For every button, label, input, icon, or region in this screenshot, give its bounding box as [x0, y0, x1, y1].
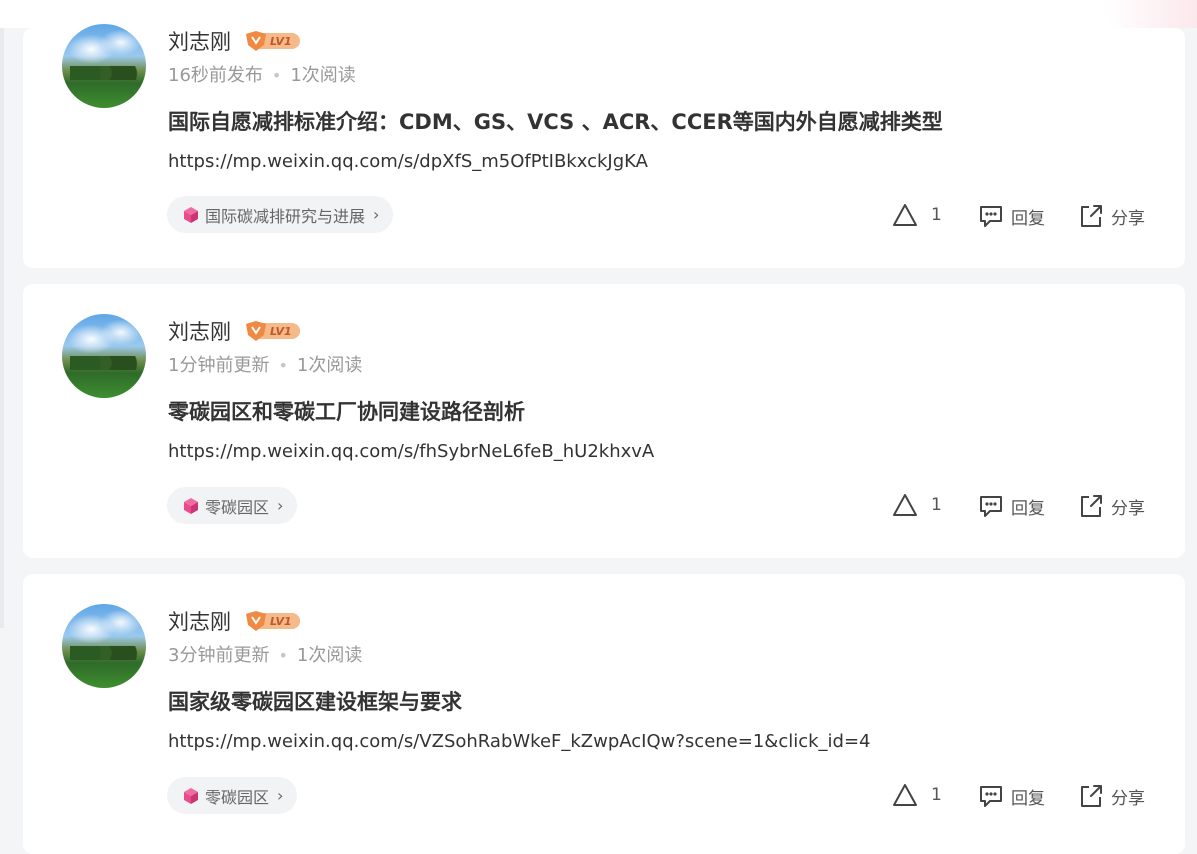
reply-label: 回复: [1011, 208, 1045, 229]
topic-tag[interactable]: 零碳园区 ›: [167, 487, 298, 524]
post-title[interactable]: 国家级零碳园区建设框架与要求: [168, 686, 462, 716]
avatar[interactable]: [62, 24, 146, 108]
triangle-like-icon: [893, 204, 917, 226]
share-label: 分享: [1111, 208, 1145, 229]
topic-tag[interactable]: 国际碳减排研究与进展 ›: [167, 196, 394, 233]
tag-label: 国际碳减排研究与进展: [205, 206, 366, 226]
svg-text:LV1: LV1: [270, 35, 292, 48]
cube-icon: [184, 206, 198, 223]
chevron-right-icon: ›: [373, 205, 380, 224]
post-meta: 3分钟前更新 • 1次阅读: [168, 645, 363, 666]
post-url[interactable]: https://mp.weixin.qq.com/s/VZSohRabWkeF_…: [168, 731, 871, 752]
like-button[interactable]: 1: [891, 492, 942, 518]
svg-text:LV1: LV1: [270, 615, 292, 628]
post-url[interactable]: https://mp.weixin.qq.com/s/fhSybrNeL6feB…: [168, 441, 654, 462]
topic-tag[interactable]: 零碳园区 ›: [167, 777, 298, 814]
triangle-like-icon: [893, 494, 917, 516]
like-button[interactable]: 1: [891, 782, 942, 808]
tag-label: 零碳园区: [205, 497, 270, 517]
share-arrow-icon: [1081, 205, 1102, 227]
like-count: 1: [931, 205, 942, 225]
post-meta: 1分钟前更新 • 1次阅读: [168, 355, 363, 376]
reply-label: 回复: [1011, 788, 1045, 809]
post-time: 16秒前发布: [168, 65, 263, 86]
reply-button[interactable]: 回复: [977, 492, 1045, 520]
avatar[interactable]: [62, 604, 146, 688]
share-button[interactable]: 分享: [1077, 202, 1145, 230]
level-badge-icon: LV1: [246, 31, 300, 51]
top-bar: [0, 0, 1197, 28]
post-title[interactable]: 零碳园区和零碳工厂协同建设路径剖析: [168, 396, 525, 426]
reply-button[interactable]: 回复: [977, 202, 1045, 230]
reply-button[interactable]: 回复: [977, 782, 1045, 810]
author-name[interactable]: 刘志刚: [168, 316, 231, 346]
post-title[interactable]: 国际自愿减排标准介绍：CDM、GS、VCS 、ACR、CCER等国内外自愿减排类…: [168, 106, 943, 136]
share-arrow-icon: [1081, 785, 1102, 807]
comment-bubble-icon: [980, 206, 1002, 227]
share-label: 分享: [1111, 788, 1145, 809]
read-count: 1次阅读: [296, 645, 363, 666]
tag-label: 零碳园区: [205, 787, 270, 807]
post-card: 刘志刚 LV1 16秒前发布 • 1次阅读 国际自愿减排标准介绍：CDM、GS、VC…: [23, 24, 1185, 268]
svg-text:LV1: LV1: [270, 325, 292, 338]
level-badge-icon: LV1: [246, 321, 300, 341]
chevron-right-icon: ›: [277, 496, 284, 515]
comment-bubble-icon: [980, 496, 1002, 517]
share-label: 分享: [1111, 498, 1145, 519]
avatar[interactable]: [62, 314, 146, 398]
author-name[interactable]: 刘志刚: [168, 606, 231, 636]
share-button[interactable]: 分享: [1077, 492, 1145, 520]
like-count: 1: [931, 495, 942, 515]
post-time: 1分钟前更新: [168, 355, 270, 376]
author-name[interactable]: 刘志刚: [168, 26, 231, 56]
read-count: 1次阅读: [290, 65, 356, 86]
share-button[interactable]: 分享: [1077, 782, 1145, 810]
reply-label: 回复: [1011, 498, 1045, 519]
post-time: 3分钟前更新: [168, 645, 270, 666]
level-badge-icon: LV1: [246, 611, 300, 631]
like-count: 1: [931, 785, 942, 805]
comment-bubble-icon: [980, 786, 1002, 807]
post-url[interactable]: https://mp.weixin.qq.com/s/dpXfS_m5OfPtI…: [168, 151, 648, 172]
cube-icon: [184, 787, 198, 804]
post-meta: 16秒前发布 • 1次阅读: [168, 65, 356, 86]
left-rail: [0, 28, 4, 628]
like-button[interactable]: 1: [891, 202, 942, 228]
read-count: 1次阅读: [296, 355, 363, 376]
cube-icon: [184, 497, 198, 514]
chevron-right-icon: ›: [277, 786, 284, 805]
post-card: 刘志刚 LV1 3分钟前更新 • 1次阅读 国家级零碳园区建设框架与要求 https…: [23, 574, 1185, 854]
triangle-like-icon: [893, 784, 917, 806]
post-card: 刘志刚 LV1 1分钟前更新 • 1次阅读 零碳园区和零碳工厂协同建设路径剖析 ht…: [23, 284, 1185, 558]
share-arrow-icon: [1081, 495, 1102, 517]
